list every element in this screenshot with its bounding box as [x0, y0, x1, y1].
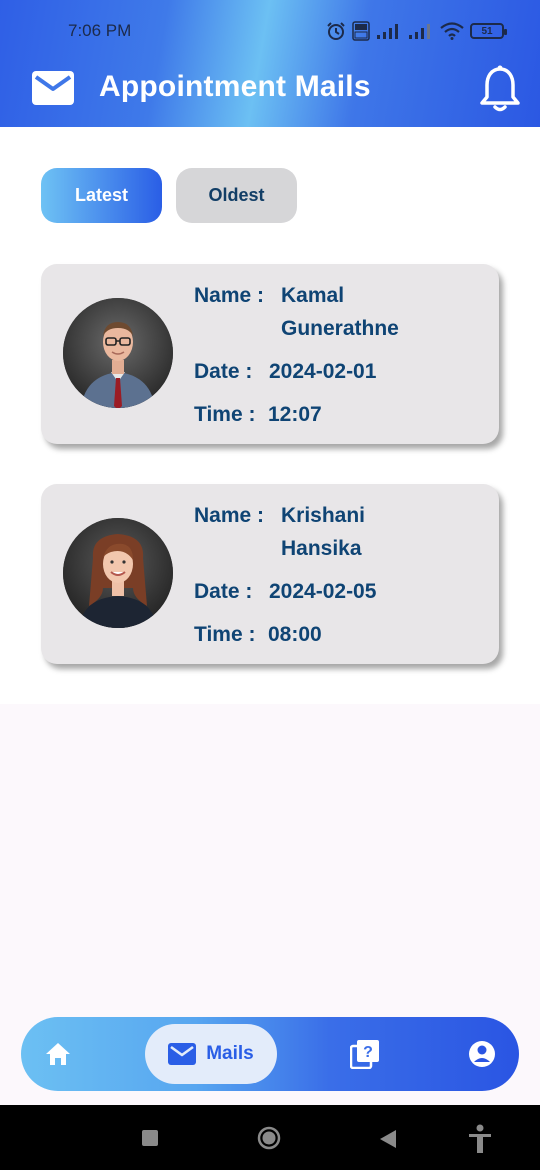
accessibility-icon[interactable]	[468, 1124, 492, 1154]
nav-mails-label: Mails	[206, 1043, 254, 1064]
page-title: Appointment Mails	[99, 70, 371, 103]
help-book-icon: ?	[350, 1040, 379, 1069]
time-label: Time :	[194, 403, 256, 426]
alarm-icon	[327, 22, 345, 40]
date-value: 2024-02-05	[269, 580, 377, 603]
status-icons: 51	[326, 20, 507, 42]
date-label: Date :	[194, 580, 253, 603]
status-time: 7:06 PM	[68, 21, 132, 40]
avatar	[63, 518, 173, 628]
time-value: 08:00	[268, 623, 322, 646]
first-name: Kamal	[281, 284, 345, 307]
date-label: Date :	[194, 360, 253, 383]
time-label: Time :	[194, 623, 256, 646]
volte-icon	[352, 21, 370, 41]
first-name: Krishani	[281, 504, 366, 527]
system-navigation-bar	[0, 1105, 540, 1170]
name-label: Name :	[194, 284, 265, 307]
name-label: Name :	[194, 504, 265, 527]
mail-icon	[168, 1043, 197, 1065]
back-icon[interactable]	[380, 1130, 396, 1148]
profile-icon	[469, 1041, 495, 1067]
avatar	[63, 298, 173, 408]
home-circle-icon[interactable]	[257, 1126, 281, 1150]
app-header: 7:06 PM 51 Appointment Mails	[0, 0, 540, 127]
appointment-card[interactable]: Name : Kamal Gunerathne Date : 2024-02-0…	[41, 264, 499, 444]
wifi-icon	[440, 22, 464, 40]
appointment-card[interactable]: Name : Krishani Hansika Date : 2024-02-0…	[41, 484, 499, 664]
nav-mails[interactable]: Mails	[145, 1024, 277, 1084]
battery-icon: 51	[470, 23, 507, 39]
signal-icon	[377, 24, 398, 39]
mail-list-area: Latest Oldest Name: Kamal Gunerathne Da…	[0, 127, 540, 704]
bottom-navigation: Mails ?	[21, 1017, 519, 1091]
mail-icon[interactable]	[32, 71, 74, 105]
signal-icon	[409, 24, 430, 39]
nav-profile[interactable]	[467, 1017, 497, 1091]
time-value: 12:07	[268, 403, 322, 426]
date-value: 2024-02-01	[269, 360, 377, 383]
home-icon	[46, 1043, 70, 1065]
nav-home[interactable]	[41, 1017, 75, 1091]
last-name: Hansika	[281, 537, 362, 560]
bell-icon[interactable]	[478, 65, 522, 113]
nav-help[interactable]: ?	[349, 1017, 381, 1091]
svg-text:?: ?	[363, 1044, 373, 1061]
oldest-filter-button[interactable]: Oldest	[176, 168, 297, 223]
recents-icon[interactable]	[142, 1130, 158, 1146]
latest-filter-button[interactable]: Latest	[41, 168, 162, 223]
last-name: Gunerathne	[281, 317, 399, 340]
